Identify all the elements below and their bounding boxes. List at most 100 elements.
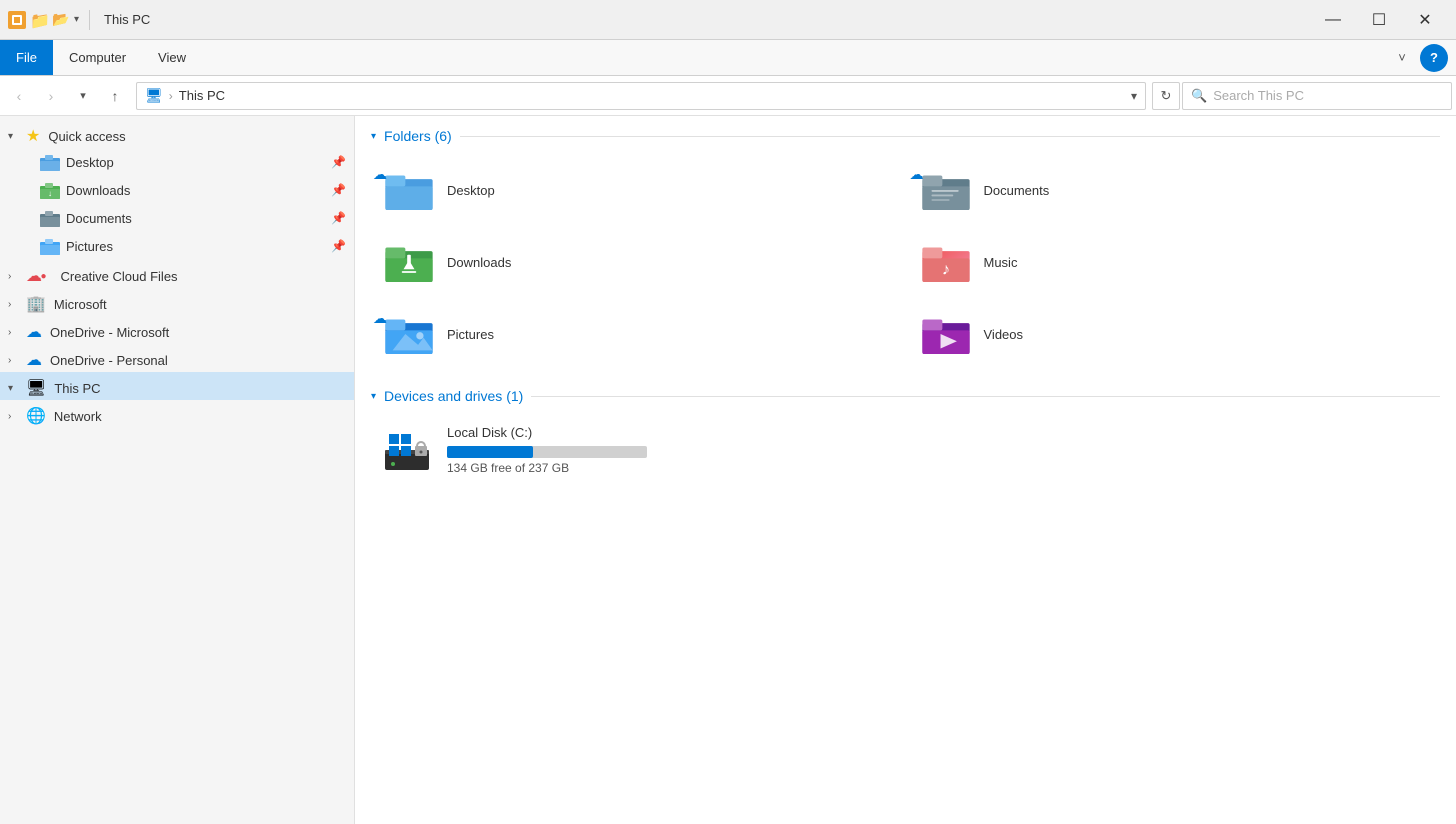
folders-grid: ☁ Desktop ☁ — [371, 156, 1440, 368]
drive-bar-fill — [447, 446, 533, 458]
onedrive-microsoft-icon: ☁ — [26, 322, 42, 342]
sidebar-section-onedrive-microsoft[interactable]: › ☁ OneDrive - Microsoft — [0, 316, 354, 344]
title-bar-icons: 📁 📂 ▾ — [8, 11, 79, 29]
folder-item-videos[interactable]: Videos — [908, 300, 1441, 368]
tab-view[interactable]: View — [142, 40, 202, 75]
this-pc-chevron: ▾ — [8, 383, 22, 394]
sidebar-item-pictures[interactable]: Pictures 📌 — [0, 232, 354, 260]
search-bar[interactable]: 🔍 Search This PC — [1182, 82, 1452, 110]
help-button[interactable]: ? — [1420, 44, 1448, 72]
drives-divider — [531, 396, 1440, 397]
folder-item-desktop[interactable]: ☁ Desktop — [371, 156, 904, 224]
quick-access-label: Quick access — [48, 129, 125, 144]
title-bar: 📁 📂 ▾ This PC — ☐ ✕ — [0, 0, 1456, 40]
window-title: This PC — [104, 12, 150, 27]
drive-info: Local Disk (C:) 134 GB free of 237 GB — [447, 425, 699, 475]
creative-cloud-label: Creative Cloud Files — [61, 269, 178, 284]
new-folder-icon[interactable]: 📂 — [52, 11, 70, 29]
sidebar-item-documents[interactable]: Documents 📌 — [0, 204, 354, 232]
drive-name: Local Disk (C:) — [447, 425, 699, 440]
desktop-folder-svg — [385, 170, 433, 210]
microsoft-label: Microsoft — [54, 297, 107, 312]
downloads-folder-name: Downloads — [447, 255, 511, 270]
drive-icon-svg — [383, 426, 435, 474]
microsoft-icon: 🏢 — [26, 294, 46, 314]
network-icon: 🌐 — [26, 406, 46, 426]
ribbon-spacer — [202, 40, 1388, 75]
tab-computer[interactable]: Computer — [53, 40, 142, 75]
documents-pin: 📌 — [331, 211, 346, 225]
pictures-folder-icon-wrap: ☁ — [383, 308, 435, 360]
downloads-folder-icon-wrap — [383, 236, 435, 288]
documents-folder-icon-wrap: ☁ — [920, 164, 972, 216]
minimize-button[interactable]: — — [1310, 0, 1356, 40]
app-icon — [8, 11, 26, 29]
back-button[interactable]: ‹ — [4, 81, 34, 111]
sidebar-section-microsoft[interactable]: › 🏢 Microsoft — [0, 288, 354, 316]
ribbon-collapse-button[interactable]: ˅ — [1388, 44, 1416, 72]
ribbon: File Computer View ˅ ? — [0, 40, 1456, 76]
desktop-label: Desktop — [66, 155, 325, 170]
sidebar-section-this-pc[interactable]: ▾ 🖥 This PC — [0, 372, 354, 400]
address-bar-dropdown[interactable]: ▾ — [1131, 89, 1137, 103]
address-bar-sep: › — [169, 89, 173, 103]
folders-chevron: ▾ — [371, 131, 376, 142]
folder-icon-toolbar[interactable]: 📁 — [30, 11, 48, 29]
svg-text:↓: ↓ — [48, 189, 52, 198]
onedrive-microsoft-chevron: › — [8, 327, 22, 338]
creative-cloud-chevron: › — [8, 271, 22, 282]
search-placeholder: Search This PC — [1213, 88, 1304, 103]
drive-size-text: 134 GB free of 237 GB — [447, 461, 699, 475]
desktop-cloud-icon: ☁ — [373, 166, 387, 183]
folders-section-header[interactable]: ▾ Folders (6) — [371, 128, 1440, 144]
downloads-label: Downloads — [66, 183, 325, 198]
sidebar-item-downloads[interactable]: ↓ Downloads 📌 — [0, 176, 354, 204]
desktop-folder-name: Desktop — [447, 183, 495, 198]
folder-item-pictures[interactable]: ☁ Pictures — [371, 300, 904, 368]
microsoft-chevron: › — [8, 299, 22, 310]
address-bar-pc-icon: 🖥 — [145, 87, 163, 104]
up-button[interactable]: ↑ — [100, 81, 130, 111]
drives-section-header[interactable]: ▾ Devices and drives (1) — [371, 388, 1440, 404]
main-layout: ▾ ★ Quick access Desktop 📌 — [0, 116, 1456, 824]
drive-item-c[interactable]: Local Disk (C:) 134 GB free of 237 GB — [371, 416, 711, 484]
videos-folder-svg — [922, 314, 970, 354]
sidebar-item-desktop[interactable]: Desktop 📌 — [0, 148, 354, 176]
documents-folder-name: Documents — [984, 183, 1050, 198]
sidebar: ▾ ★ Quick access Desktop 📌 — [0, 116, 355, 824]
quick-access-dropdown[interactable]: ▾ — [74, 14, 79, 25]
ribbon-right: ˅ ? — [1388, 40, 1456, 75]
documents-folder-svg — [922, 170, 970, 210]
maximize-button[interactable]: ☐ — [1356, 0, 1402, 40]
title-controls: — ☐ ✕ — [1310, 0, 1448, 40]
this-pc-icon: 🖥 — [26, 378, 46, 398]
sidebar-section-creative-cloud[interactable]: › ☁ ● Creative Cloud Files — [0, 260, 354, 288]
quick-access-star-icon: ★ — [26, 126, 40, 146]
downloads-pin: 📌 — [331, 183, 346, 197]
this-pc-label: This PC — [54, 381, 100, 396]
svg-text:♪: ♪ — [941, 261, 949, 279]
onedrive-personal-chevron: › — [8, 355, 22, 366]
address-bar[interactable]: 🖥 › This PC ▾ — [136, 82, 1146, 110]
onedrive-personal-label: OneDrive - Personal — [50, 353, 168, 368]
folder-item-downloads[interactable]: Downloads — [371, 228, 904, 296]
close-button[interactable]: ✕ — [1402, 0, 1448, 40]
documents-label: Documents — [66, 211, 325, 226]
sidebar-section-onedrive-personal[interactable]: › ☁ OneDrive - Personal — [0, 344, 354, 372]
forward-button[interactable]: › — [36, 81, 66, 111]
tab-file[interactable]: File — [0, 40, 53, 75]
folder-item-music[interactable]: ♪ Music — [908, 228, 1441, 296]
music-folder-svg: ♪ — [922, 242, 970, 282]
sidebar-section-quick-access[interactable]: ▾ ★ Quick access — [0, 120, 354, 148]
network-chevron: › — [8, 411, 22, 422]
refresh-button[interactable]: ↻ — [1152, 82, 1180, 110]
pictures-pin: 📌 — [331, 239, 346, 253]
address-bar-path: This PC — [179, 88, 225, 103]
network-label: Network — [54, 409, 102, 424]
folder-item-documents[interactable]: ☁ Documents — [908, 156, 1441, 224]
creative-cloud-icon: ☁ ● — [26, 266, 53, 286]
nav-bar: ‹ › ▾ ↑ 🖥 › This PC ▾ ↻ 🔍 Search This PC — [0, 76, 1456, 116]
onedrive-microsoft-label: OneDrive - Microsoft — [50, 325, 169, 340]
recent-locations-button[interactable]: ▾ — [68, 81, 98, 111]
sidebar-section-network[interactable]: › 🌐 Network — [0, 400, 354, 428]
